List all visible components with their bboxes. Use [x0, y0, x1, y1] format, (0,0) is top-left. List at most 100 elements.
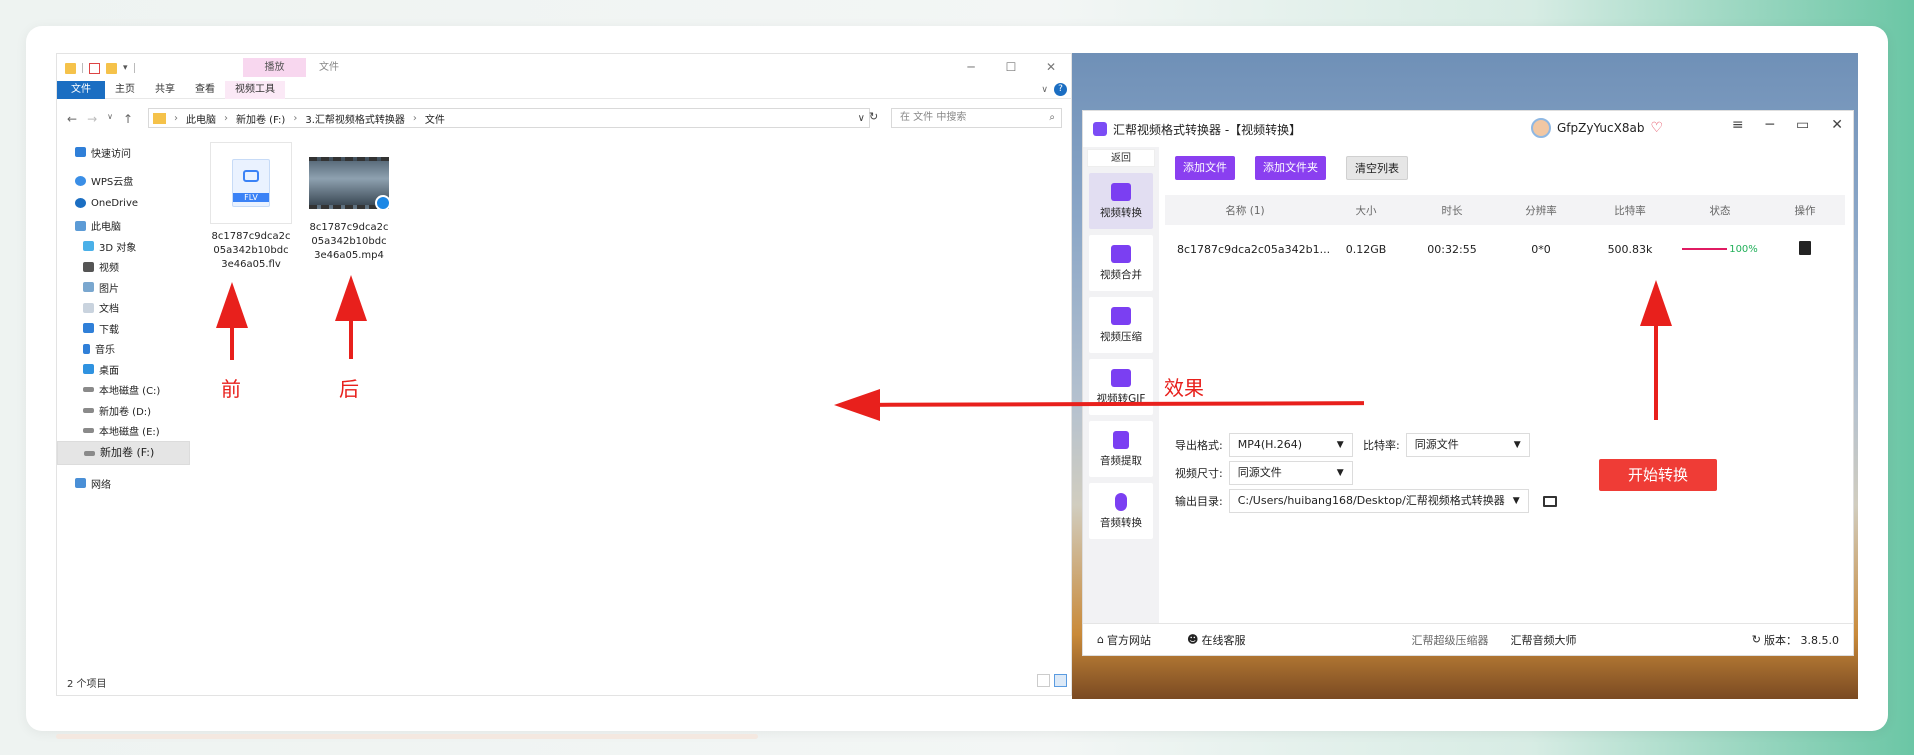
- row-size: 0.12GB: [1345, 242, 1387, 256]
- table-row[interactable]: 8c1787c9dca2c05a342b1... 0.12GB 00:32:55…: [1165, 233, 1845, 265]
- bitrate-select[interactable]: 同源文件 ▼: [1405, 433, 1530, 457]
- address-bar[interactable]: › 此电脑 › 新加卷 (F:) › 3.汇帮视频格式转换器 › 文件 ∨: [148, 108, 870, 128]
- user-info[interactable]: GfpZyYucX8ab ♡: [1531, 118, 1663, 138]
- close-icon[interactable]: ✕: [1031, 56, 1071, 78]
- annotation-arrow-stem: [349, 319, 353, 359]
- up-arrow-icon[interactable]: ↑: [123, 112, 133, 126]
- details-view-icon[interactable]: [1037, 674, 1050, 687]
- add-folder-button[interactable]: 添加文件夹: [1255, 156, 1326, 180]
- breadcrumb-drive-f[interactable]: 新加卷 (F:): [236, 111, 285, 126]
- large-icons-view-icon[interactable]: [1054, 674, 1067, 687]
- sidebar-item-video-merge[interactable]: 视频合并: [1089, 235, 1153, 291]
- output-dir-value: C:/Users/huibang168/Desktop/汇帮视频格式转换器: [1237, 494, 1505, 507]
- nav-pictures[interactable]: 图片: [57, 277, 190, 298]
- nav-drive-d[interactable]: 新加卷 (D:): [57, 400, 190, 421]
- sidebar-item-video-to-gif[interactable]: 视频转GIF: [1089, 359, 1153, 415]
- nav-wps-cloud[interactable]: WPS云盘: [57, 171, 190, 192]
- help-icon[interactable]: ?: [1054, 83, 1067, 96]
- properties-icon[interactable]: [89, 62, 100, 74]
- nav-onedrive[interactable]: OneDrive: [57, 193, 190, 214]
- nav-videos[interactable]: 视频: [57, 257, 190, 278]
- folder-icon[interactable]: [65, 62, 76, 74]
- nav-drive-f[interactable]: 新加卷 (F:): [57, 441, 190, 465]
- expand-ribbon-icon[interactable]: ∨: [1041, 85, 1048, 95]
- tab-view[interactable]: 查看: [185, 81, 225, 99]
- breadcrumb-app-folder[interactable]: 3.汇帮视频格式转换器: [305, 111, 405, 126]
- tab-home[interactable]: 主页: [105, 81, 145, 99]
- close-icon[interactable]: ✕: [1831, 117, 1843, 133]
- maximize-icon[interactable]: ☐: [991, 56, 1031, 78]
- nav-3d-objects[interactable]: 3D 对象: [57, 236, 190, 257]
- separator: [82, 63, 83, 73]
- version-info[interactable]: ↻ 版本： 3.8.5.0: [1752, 632, 1839, 648]
- app-logo-icon: [1093, 122, 1107, 136]
- online-service-link[interactable]: ☻ 在线客服: [1187, 632, 1245, 648]
- cloud-icon: [75, 175, 86, 186]
- footer-label: 官方网站: [1106, 633, 1151, 647]
- output-label: 输出目录:: [1175, 495, 1223, 508]
- official-site-link[interactable]: ⌂ 官方网站: [1097, 632, 1151, 648]
- minimize-icon[interactable]: ─: [1766, 117, 1774, 133]
- format-select[interactable]: MP4(H.264) ▼: [1228, 433, 1353, 457]
- compressor-link[interactable]: 汇帮超级压缩器: [1411, 632, 1488, 648]
- maximize-icon[interactable]: ▭: [1796, 117, 1809, 133]
- format-value: MP4(H.264): [1237, 438, 1302, 451]
- output-dir-select[interactable]: C:/Users/huibang168/Desktop/汇帮视频格式转换器 ▼: [1228, 489, 1529, 513]
- breadcrumb-this-pc[interactable]: 此电脑: [186, 111, 216, 126]
- recent-locations-icon[interactable]: ∨: [107, 112, 113, 126]
- sidebar-item-video-convert[interactable]: 视频转换: [1089, 173, 1153, 229]
- menu-icon[interactable]: ≡: [1732, 117, 1744, 133]
- video-merge-icon: [1111, 244, 1131, 263]
- forward-arrow-icon[interactable]: →: [87, 112, 97, 126]
- file-toolbar: 添加文件 添加文件夹 清空列表: [1175, 156, 1408, 180]
- sidebar-item-video-compress[interactable]: 视频压缩: [1089, 297, 1153, 353]
- sidebar-item-audio-extract[interactable]: 音频提取: [1089, 421, 1153, 477]
- progress-bar: [1682, 248, 1728, 250]
- tab-share[interactable]: 共享: [145, 81, 185, 99]
- nav-documents[interactable]: 文档: [57, 298, 190, 319]
- sidebar-item-audio-convert[interactable]: 音频转换: [1089, 483, 1153, 539]
- search-icon: ⌕: [1049, 112, 1055, 123]
- file-item-flv[interactable]: FLV 8c1787c9dca2c05a342b10bdc3e46a05.flv: [207, 142, 295, 272]
- flv-thumbnail: FLV: [210, 142, 292, 224]
- nav-label: 音乐: [95, 345, 115, 357]
- support-agent-icon: ☻: [1186, 633, 1199, 646]
- start-convert-button[interactable]: 开始转换: [1599, 459, 1717, 491]
- avatar[interactable]: [1531, 118, 1551, 138]
- address-dropdown-icon[interactable]: ∨: [858, 113, 869, 124]
- gif-icon: [1111, 368, 1131, 387]
- back-button[interactable]: 返回: [1087, 149, 1155, 167]
- item-count: 2 个项目: [67, 679, 107, 690]
- row-actions: [1765, 240, 1845, 258]
- navigation-pane: 快速访问 WPS云盘 OneDrive 此电脑 3D 对象 视频 图片 文档 下…: [57, 142, 190, 494]
- nav-music[interactable]: 音乐: [57, 339, 190, 360]
- tab-file[interactable]: 文件: [57, 80, 105, 99]
- tab-video-tools[interactable]: 视频工具: [225, 80, 285, 99]
- nav-drive-c[interactable]: 本地磁盘 (C:): [57, 380, 190, 401]
- open-folder-icon[interactable]: [1542, 495, 1557, 507]
- play-context-tab[interactable]: 播放: [243, 58, 306, 77]
- nav-label: 桌面: [99, 365, 119, 377]
- breadcrumb-files[interactable]: 文件: [425, 111, 445, 126]
- size-select[interactable]: 同源文件 ▼: [1228, 461, 1353, 485]
- nav-quick-access[interactable]: 快速访问: [57, 142, 190, 163]
- file-item-mp4[interactable]: 8c1787c9dca2c05a342b10bdc3e46a05.mp4: [305, 142, 393, 272]
- nav-this-pc[interactable]: 此电脑: [57, 216, 190, 237]
- document-icon: [83, 302, 94, 313]
- customize-dropdown-icon[interactable]: ▾: [123, 63, 128, 73]
- nav-network[interactable]: 网络: [57, 473, 190, 494]
- back-arrow-icon[interactable]: ←: [67, 112, 77, 126]
- nav-desktop[interactable]: 桌面: [57, 359, 190, 380]
- refresh-icon[interactable]: ↻: [869, 110, 885, 123]
- trash-icon[interactable]: [1799, 240, 1811, 255]
- new-folder-icon[interactable]: [106, 62, 117, 74]
- minimize-icon[interactable]: ─: [951, 56, 991, 78]
- nav-drive-e[interactable]: 本地磁盘 (E:): [57, 421, 190, 442]
- search-input[interactable]: 在 文件 中搜索 ⌕: [891, 108, 1062, 128]
- add-file-button[interactable]: 添加文件: [1175, 156, 1235, 180]
- vip-heart-icon[interactable]: ♡: [1650, 120, 1663, 136]
- nav-downloads[interactable]: 下载: [57, 318, 190, 339]
- row-bitrate: 500.83k: [1607, 242, 1653, 256]
- audio-master-link[interactable]: 汇帮音频大师: [1510, 632, 1576, 648]
- clear-list-button[interactable]: 清空列表: [1346, 156, 1408, 180]
